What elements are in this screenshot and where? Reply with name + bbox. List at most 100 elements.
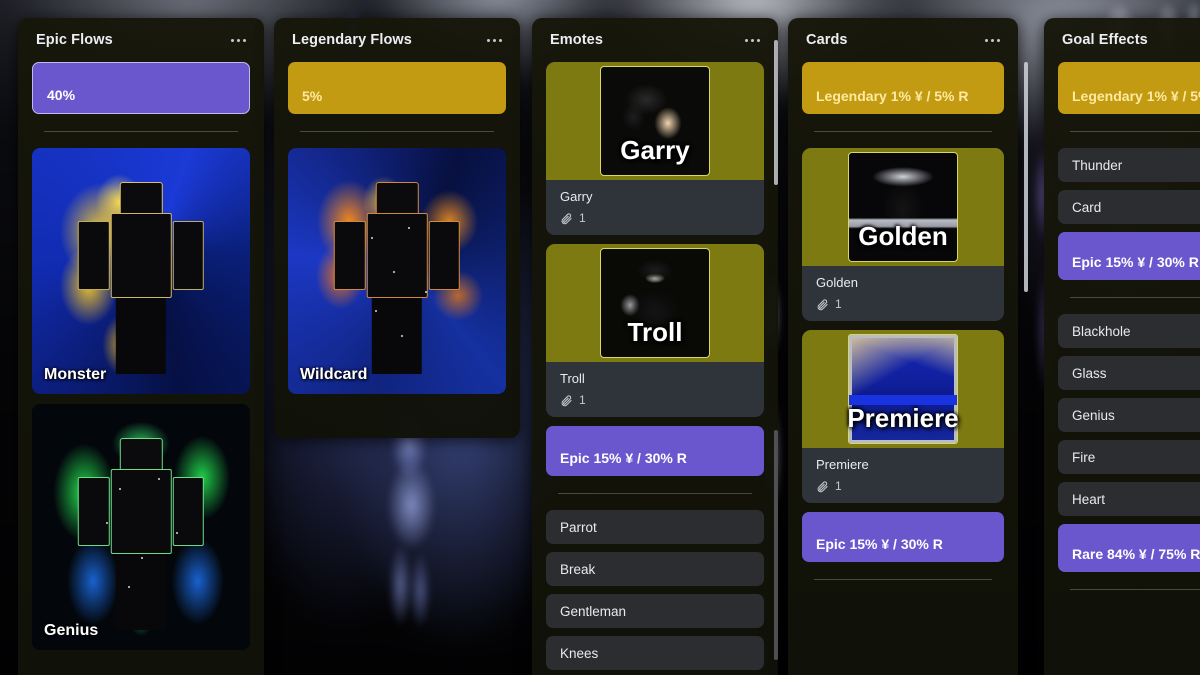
column-goal-effects: Goal Effects Legendary 1% ¥ / 5% R Thund… xyxy=(1044,18,1200,675)
sparkles xyxy=(288,148,506,394)
rarity-banner-label: Legendary 1% ¥ / 5% R xyxy=(816,88,969,104)
more-options-icon[interactable] xyxy=(485,33,504,48)
more-options-icon[interactable] xyxy=(983,33,1002,48)
rarity-banner-legendary[interactable]: 5% xyxy=(288,62,506,114)
rarity-banner-label: 5% xyxy=(302,88,323,104)
list-item[interactable]: Fire xyxy=(1058,440,1200,474)
column-header: Cards xyxy=(788,18,1018,62)
avatar-figure xyxy=(77,182,205,375)
attachment-icon xyxy=(561,212,572,224)
rarity-banner-rare[interactable]: Rare 84% ¥ / 75% R xyxy=(1058,524,1200,572)
divider xyxy=(1070,297,1200,298)
flow-card[interactable]: Wildcard xyxy=(288,148,506,394)
list-item[interactable]: Glass xyxy=(1058,356,1200,390)
list-item[interactable]: Genius xyxy=(1058,398,1200,432)
rarity-banner-label: Rare 84% ¥ / 75% R xyxy=(1072,546,1200,562)
attachment-icon xyxy=(817,298,828,310)
list-item[interactable]: Break xyxy=(546,552,764,586)
card-thumbnail-label: Premiere xyxy=(847,403,959,433)
emote-name: Troll xyxy=(560,371,585,386)
list-item-label: Fire xyxy=(1072,449,1096,465)
rarity-banner-label: Epic 15% ¥ / 30% R xyxy=(816,536,943,552)
column-header: Emotes xyxy=(532,18,778,62)
flow-card-name: Monster xyxy=(44,366,107,383)
list-item-label: Thunder xyxy=(1072,157,1123,173)
column-header: Epic Flows xyxy=(18,18,264,62)
flow-card[interactable]: Monster xyxy=(32,148,250,394)
divider xyxy=(558,493,752,494)
card-item[interactable]: Premiere Premiere 1 xyxy=(802,330,1004,503)
rarity-banner-epic[interactable]: 40% xyxy=(32,62,250,114)
scrollbar-cards[interactable] xyxy=(1024,62,1028,292)
emote-card-meta: Troll 1 xyxy=(546,362,764,417)
column-title: Cards xyxy=(806,32,848,48)
list-item-label: Blackhole xyxy=(1072,323,1131,339)
column-header: Goal Effects xyxy=(1044,18,1200,62)
list-item-label: Gentleman xyxy=(560,603,627,619)
rarity-banner-epic[interactable]: Epic 15% ¥ / 30% R xyxy=(546,426,764,476)
rarity-banner-label: Epic 15% ¥ / 30% R xyxy=(560,450,687,466)
card-thumbnail: Premiere xyxy=(802,330,1004,448)
bg-figure-blue-player xyxy=(352,405,462,655)
attachment-count: 1 xyxy=(560,393,750,407)
card-item[interactable]: Golden Golden 1 xyxy=(802,148,1004,321)
list-item[interactable]: Thunder xyxy=(1058,148,1200,182)
column-epic-flows: Epic Flows 40% Monster Genius xyxy=(18,18,264,675)
card-thumbnail: Golden xyxy=(802,148,1004,266)
list-item[interactable]: Blackhole xyxy=(1058,314,1200,348)
list-item[interactable]: Parrot xyxy=(546,510,764,544)
card-thumbnail-label: Golden xyxy=(858,221,948,251)
sparkles xyxy=(32,404,250,650)
divider xyxy=(44,131,238,132)
attachment-count-value: 1 xyxy=(835,479,842,493)
flow-card-name: Wildcard xyxy=(300,366,368,383)
column-emotes: Emotes Garry Garry 1 Troll Troll 1 Epic … xyxy=(532,18,778,675)
rarity-banner-label: Epic 15% ¥ / 30% R xyxy=(1072,254,1199,270)
column-title: Emotes xyxy=(550,32,603,48)
list-item[interactable]: Card xyxy=(1058,190,1200,224)
list-item-label: Parrot xyxy=(560,519,597,535)
divider xyxy=(300,131,494,132)
list-item[interactable]: Heart xyxy=(1058,482,1200,516)
card-name: Premiere xyxy=(816,457,869,472)
list-item-label: Glass xyxy=(1072,365,1107,381)
divider xyxy=(814,579,992,580)
attachment-count-value: 1 xyxy=(835,297,842,311)
scrollbar-emotes[interactable] xyxy=(774,40,778,185)
emote-thumbnail: Troll xyxy=(546,244,764,362)
game-inventory-screen: Epic Flows 40% Monster Genius Legendary … xyxy=(0,0,1200,675)
more-options-icon[interactable] xyxy=(743,33,762,48)
attachment-count-value: 1 xyxy=(579,211,586,225)
emote-card[interactable]: Garry Garry 1 xyxy=(546,62,764,235)
rarity-banner-legendary[interactable]: Legendary 1% ¥ / 5% R xyxy=(1058,62,1200,114)
list-item[interactable]: Gentleman xyxy=(546,594,764,628)
list-item-label: Knees xyxy=(560,645,599,661)
rarity-banner-label: Legendary 1% ¥ / 5% R xyxy=(1072,88,1200,104)
more-options-icon[interactable] xyxy=(229,33,248,48)
column-title: Epic Flows xyxy=(36,32,113,48)
list-item-label: Card xyxy=(1072,199,1102,215)
attachment-count: 1 xyxy=(816,479,990,493)
attachment-icon xyxy=(817,480,828,492)
emote-thumbnail: Garry xyxy=(546,62,764,180)
attachment-count: 1 xyxy=(816,297,990,311)
rarity-banner-legendary[interactable]: Legendary 1% ¥ / 5% R xyxy=(802,62,1004,114)
column-header: Legendary Flows xyxy=(274,18,520,62)
flow-card[interactable]: Genius xyxy=(32,404,250,650)
attachment-count: 1 xyxy=(560,211,750,225)
rarity-banner-epic[interactable]: Epic 15% ¥ / 30% R xyxy=(1058,232,1200,280)
list-item[interactable]: Knees xyxy=(546,636,764,670)
emote-card[interactable]: Troll Troll 1 xyxy=(546,244,764,417)
scrollbar-emotes-track[interactable] xyxy=(774,430,778,660)
emote-name: Garry xyxy=(560,189,593,204)
flow-art-monster xyxy=(32,148,250,394)
divider xyxy=(1070,589,1200,590)
attachment-icon xyxy=(561,394,572,406)
emote-card-meta: Garry 1 xyxy=(546,180,764,235)
column-title: Legendary Flows xyxy=(292,32,412,48)
attachment-count-value: 1 xyxy=(579,393,586,407)
divider xyxy=(814,131,992,132)
rarity-banner-epic[interactable]: Epic 15% ¥ / 30% R xyxy=(802,512,1004,562)
flow-art-genius xyxy=(32,404,250,650)
flow-card-name: Genius xyxy=(44,622,99,639)
